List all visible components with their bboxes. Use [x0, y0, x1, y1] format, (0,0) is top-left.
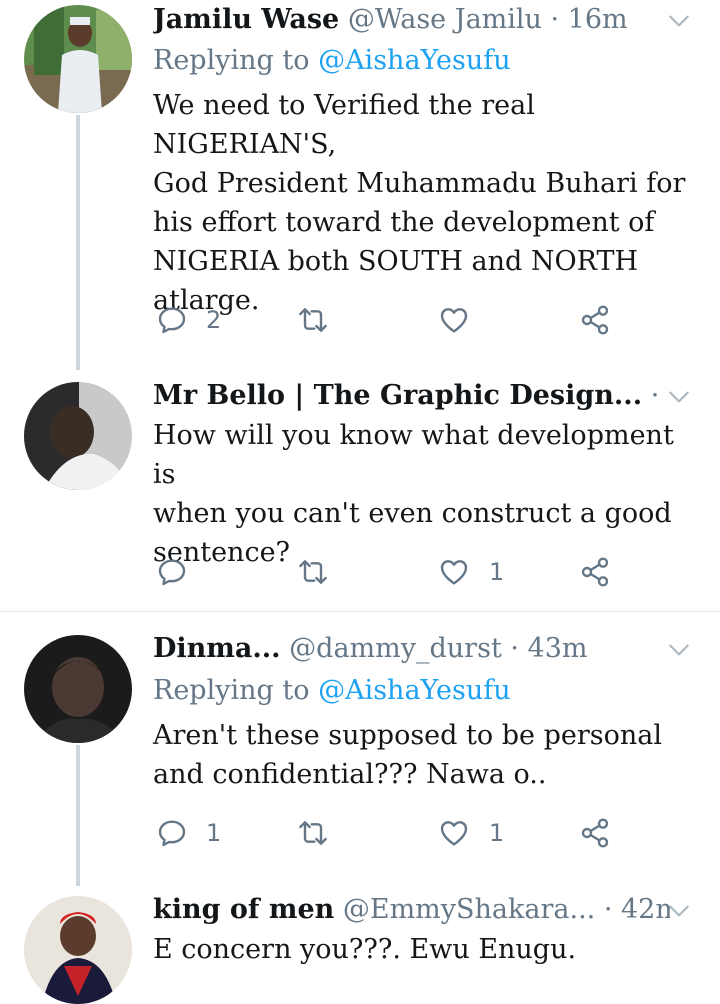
chevron-down-icon[interactable] — [666, 637, 692, 663]
avatar[interactable] — [24, 635, 132, 743]
tweet[interactable]: Mr Bello | The Graphic Design... · 10m H… — [0, 376, 720, 608]
avatar[interactable] — [24, 5, 132, 113]
chevron-down-icon[interactable] — [666, 898, 692, 924]
display-name[interactable]: Jamilu Wase — [153, 4, 339, 35]
avatar[interactable] — [24, 896, 132, 1004]
tweet-text: How will you know what development is wh… — [153, 420, 674, 568]
replying-to: Replying to @AishaYesufu — [153, 41, 511, 81]
like-button[interactable]: 1 — [437, 813, 504, 853]
retweet-button[interactable] — [296, 813, 330, 853]
like-count: 1 — [489, 819, 505, 847]
handle[interactable]: @EmmyShakara... — [343, 894, 595, 925]
like-button[interactable]: 1 — [437, 552, 504, 592]
like-icon — [437, 817, 471, 849]
share-icon — [579, 304, 611, 336]
handle[interactable]: @Wase Jamilu — [348, 4, 542, 35]
tweet[interactable]: Dinma... @dammy_durst · 43m Replying to … — [0, 629, 720, 886]
avatar[interactable] — [24, 382, 132, 490]
tweet-header: king of men @EmmyShakara... · 42m — [153, 890, 670, 930]
replying-to-link[interactable]: @AishaYesufu — [318, 45, 511, 76]
action-bar: 2 — [0, 300, 720, 340]
action-bar: 1 1 — [0, 813, 720, 853]
reply-count: 1 — [206, 819, 222, 847]
replying-to: Replying to @AishaYesufu — [153, 671, 511, 711]
tweet-text: E concern you???. Ewu Enugu. — [153, 934, 577, 965]
retweet-button[interactable] — [296, 300, 330, 340]
like-icon — [437, 556, 471, 588]
tweet-header: Jamilu Wase @Wase Jamilu · 16m — [153, 0, 670, 40]
display-name[interactable]: Mr Bello | The Graphic Design... — [153, 380, 642, 411]
handle[interactable]: @dammy_durst — [289, 633, 502, 664]
tweet-text: Aren't these supposed to be personal and… — [153, 720, 662, 790]
tweet[interactable]: king of men @EmmyShakara... · 42m E conc… — [0, 890, 720, 1004]
timestamp[interactable]: · 42m — [604, 894, 670, 925]
like-button[interactable] — [437, 300, 471, 340]
like-count: 1 — [489, 558, 505, 586]
share-button[interactable] — [579, 552, 611, 592]
display-name[interactable]: king of men — [153, 894, 334, 925]
reply-count: 2 — [206, 306, 222, 334]
reply-button[interactable]: 1 — [156, 813, 221, 853]
timestamp[interactable]: · 16m — [551, 4, 628, 35]
share-button[interactable] — [579, 813, 611, 853]
tweet-header: Mr Bello | The Graphic Design... · 10m — [153, 376, 670, 416]
action-bar: 1 — [0, 552, 720, 592]
reply-icon — [156, 556, 188, 588]
timestamp[interactable]: · 43m — [510, 633, 587, 664]
replying-to-link[interactable]: @AishaYesufu — [318, 675, 511, 706]
reply-button[interactable]: 2 — [156, 300, 221, 340]
display-name[interactable]: Dinma... — [153, 633, 281, 664]
reply-icon — [156, 817, 188, 849]
tweet-header: Dinma... @dammy_durst · 43m — [153, 629, 670, 669]
replying-label: Replying to — [153, 675, 319, 706]
retweet-icon — [296, 817, 330, 849]
retweet-icon — [296, 304, 330, 336]
chevron-down-icon[interactable] — [666, 384, 692, 410]
like-icon — [437, 304, 471, 336]
retweet-button[interactable] — [296, 552, 330, 592]
share-icon — [579, 556, 611, 588]
divider — [0, 611, 720, 612]
retweet-icon — [296, 556, 330, 588]
share-icon — [579, 817, 611, 849]
replying-label: Replying to — [153, 45, 319, 76]
share-button[interactable] — [579, 300, 611, 340]
tweet-text: We need to Verified the real NIGERIAN'S,… — [153, 90, 686, 316]
reply-button[interactable] — [156, 552, 188, 592]
tweet[interactable]: Jamilu Wase @Wase Jamilu · 16m Replying … — [0, 0, 720, 370]
chevron-down-icon[interactable] — [666, 8, 692, 34]
reply-icon — [156, 304, 188, 336]
